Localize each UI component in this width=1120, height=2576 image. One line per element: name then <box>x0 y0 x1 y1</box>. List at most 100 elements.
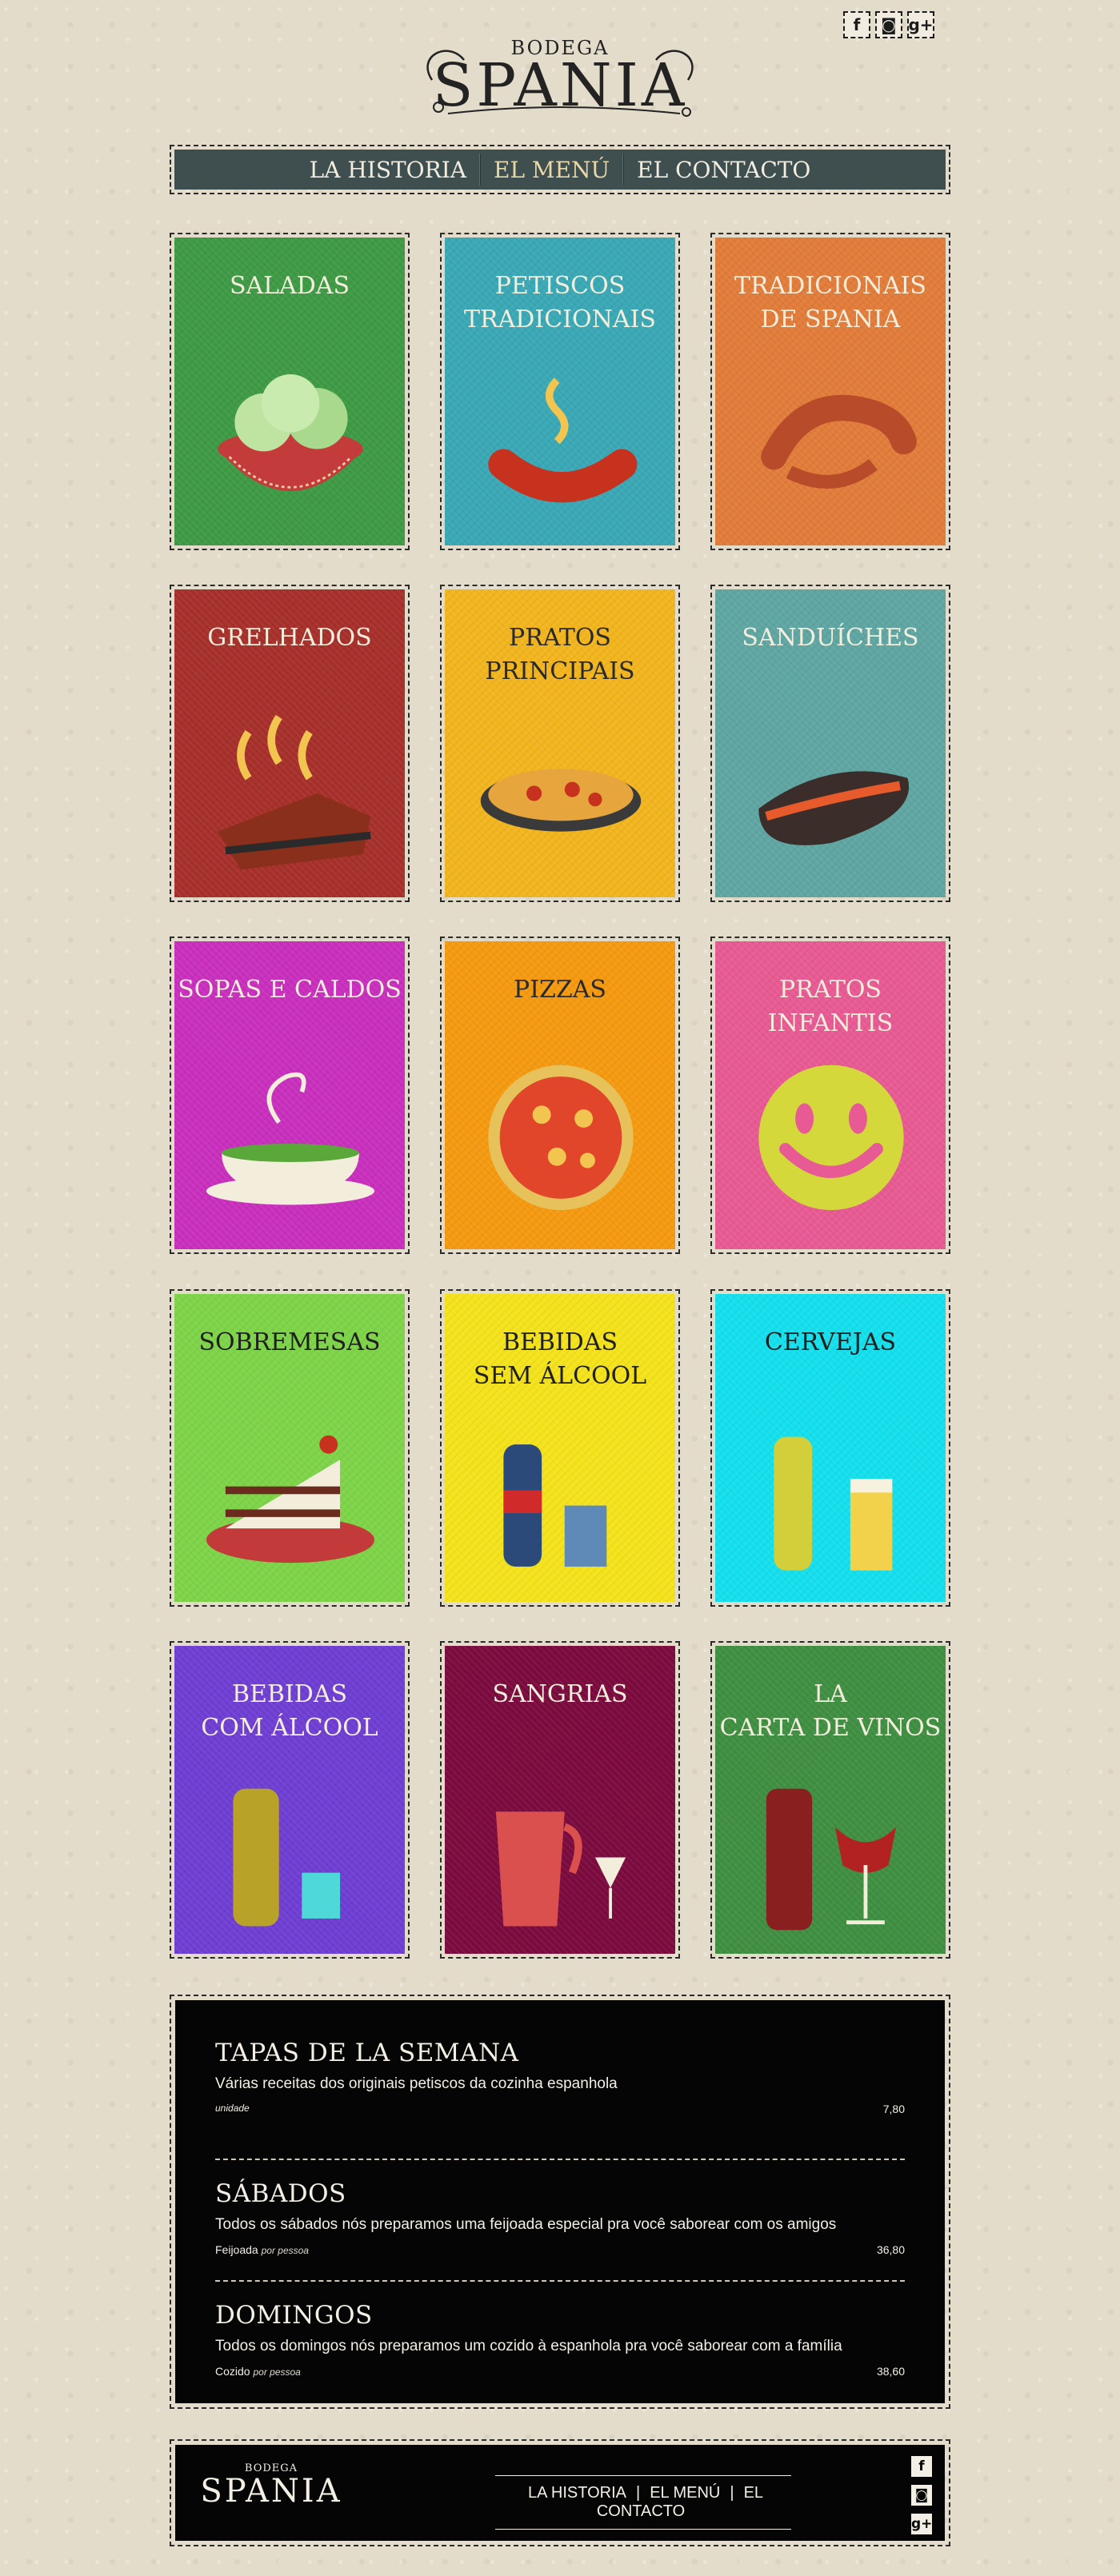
footer-nav-historia[interactable]: LA HISTORIA <box>523 2484 631 2502</box>
menu-card-face: TRADICIONAIS DE SPANIA <box>715 238 946 545</box>
special-price-row: unidade 7,80 <box>215 2103 905 2115</box>
menu-card-face: PETISCOS TRADICIONAIS <box>445 238 675 545</box>
menu-card-face: PRATOS PRINCIPAIS <box>445 589 675 897</box>
menu-card[interactable]: PETISCOS TRADICIONAIS <box>440 233 680 550</box>
special-item: DOMINGOS Todos os domingos nós preparamo… <box>215 2282 905 2403</box>
nav-item-contacto[interactable]: EL CONTACTO <box>624 157 823 183</box>
menu-card[interactable]: PRATOS PRINCIPAIS <box>440 585 680 902</box>
nav-item-historia[interactable]: LA HISTORIA <box>297 157 479 183</box>
special-item: SÁBADOS Todos os sábados nós preparamos … <box>215 2160 905 2282</box>
menu-card[interactable]: PIZZAS <box>440 937 680 1254</box>
paella-icon <box>480 769 642 832</box>
special-label: Feijoada por pessoa <box>215 2243 309 2256</box>
sangria-pitcher-icon <box>495 1811 626 1927</box>
menu-card-face: SANGRIAS <box>445 1646 675 1954</box>
menu-card-title: PIZZAS <box>514 976 606 1004</box>
special-price-row: Feijoada por pessoa 36,80 <box>215 2243 905 2256</box>
footer-logo[interactable]: BODEGA SPANIA <box>199 2462 343 2526</box>
menu-card-face: CERVEJAS <box>715 1294 946 1602</box>
facebook-icon[interactable]: f <box>911 2456 932 2477</box>
special-item-name: Feijoada <box>215 2243 258 2256</box>
liquor-bottle-icon <box>233 1788 341 1927</box>
menu-card[interactable]: SOBREMESAS <box>170 1289 410 1607</box>
menu-card-title: CERVEJAS <box>764 1328 897 1356</box>
google-plus-icon[interactable]: g+ <box>907 11 934 38</box>
instagram-icon[interactable]: ◙ <box>875 11 902 38</box>
nav-item-menu[interactable]: EL MENÚ <box>481 157 622 183</box>
site-logo[interactable]: BODEGA SPANIA <box>416 24 704 122</box>
google-plus-icon[interactable]: g+ <box>911 2514 932 2534</box>
instagram-icon[interactable]: ◙ <box>911 2485 932 2506</box>
menu-card-face: PIZZAS <box>445 941 675 1249</box>
special-item-name: Cozido <box>215 2365 250 2378</box>
menu-card-title: SOBREMESAS <box>198 1328 381 1356</box>
beer-icon <box>774 1436 893 1571</box>
special-unit: unidade <box>215 2103 250 2114</box>
menu-card-face: SOPAS E CALDOS <box>174 941 405 1249</box>
special-price: 38,60 <box>876 2365 905 2378</box>
special-title: DOMINGOS <box>215 2301 373 2330</box>
menu-card[interactable]: SANDUÍCHES <box>710 585 950 902</box>
menu-card[interactable]: BEBIDAS SEM ÁLCOOL <box>440 1289 680 1607</box>
steak-icon <box>218 714 371 870</box>
specials-panel: TAPAS DE LA SEMANA Várias receitas dos o… <box>175 2000 945 2403</box>
menu-card[interactable]: SANGRIAS <box>440 1641 680 1959</box>
menu-card-face: SALADAS <box>174 238 405 545</box>
menu-card[interactable]: BEBIDAS COM ÁLCOOL <box>170 1641 410 1959</box>
special-item: TAPAS DE LA SEMANA Várias receitas dos o… <box>215 2039 905 2160</box>
menu-card-face: SOBREMESAS <box>174 1294 405 1602</box>
menu-card-title: BEBIDAS COM ÁLCOOL <box>201 1680 378 1742</box>
special-description: Várias receitas dos originais petiscos d… <box>215 2075 618 2092</box>
footer-social: f ◙ g+ <box>911 2456 932 2534</box>
logo-big-text: SPANIA <box>432 51 688 120</box>
pizza-icon <box>488 1064 634 1211</box>
sandwich-icon <box>758 771 910 845</box>
menu-card-face: BEBIDAS COM ÁLCOOL <box>174 1646 405 1954</box>
special-title: SÁBADOS <box>215 2179 346 2208</box>
menu-card[interactable]: SOPAS E CALDOS <box>170 937 410 1254</box>
menu-card[interactable]: CERVEJAS <box>710 1289 950 1607</box>
footer-nav-menu[interactable]: EL MENÚ <box>645 2484 725 2502</box>
menu-card-face: PRATOS INFANTIS <box>715 941 946 1249</box>
menu-card-title: GRELHADOS <box>207 624 372 652</box>
special-title: TAPAS DE LA SEMANA <box>215 2039 519 2067</box>
footer-logo-big: SPANIA <box>200 2473 342 2510</box>
shrimp-icon <box>761 394 917 489</box>
special-description: Todos os domingos nós preparamos um cozi… <box>215 2338 842 2354</box>
footer-nav: LA HISTORIA | EL MENÚ | EL CONTACTO <box>495 2475 791 2530</box>
weekly-specials: TAPAS DE LA SEMANA Várias receitas dos o… <box>170 1995 950 2409</box>
menu-card-face: BEBIDAS SEM ÁLCOOL <box>445 1294 675 1602</box>
special-label: Cozido por pessoa <box>215 2365 301 2378</box>
special-unit: por pessoa <box>261 2245 309 2256</box>
menu-card-face: LA CARTA DE VINOS <box>715 1646 946 1954</box>
menu-card[interactable]: PRATOS INFANTIS <box>710 937 950 1254</box>
special-price: 36,80 <box>876 2243 905 2256</box>
site-footer: BODEGA SPANIA LA HISTORIA | EL MENÚ | EL CON… <box>170 2439 950 2546</box>
special-price: 7,80 <box>882 2103 905 2115</box>
menu-card-title: SALADAS <box>229 272 350 300</box>
facebook-icon[interactable]: f <box>843 11 870 38</box>
social-links: f ◙ g+ <box>843 11 934 38</box>
cake-icon <box>206 1435 374 1564</box>
main-nav: LA HISTORIA EL MENÚ EL CONTACTO <box>170 145 950 194</box>
menu-card-title: BEBIDAS SEM ÁLCOOL <box>473 1328 647 1390</box>
menu-card[interactable]: SALADAS <box>170 233 410 550</box>
menu-card[interactable]: TRADICIONAIS DE SPANIA <box>710 233 950 550</box>
menu-card-title: SANDUÍCHES <box>742 624 919 652</box>
menu-card-title: PETISCOS TRADICIONAIS <box>464 272 656 333</box>
soda-icon <box>503 1444 607 1567</box>
special-price-row: Cozido por pessoa 38,60 <box>215 2365 905 2378</box>
footer-panel: BODEGA SPANIA LA HISTORIA | EL MENÚ | EL CON… <box>175 2445 945 2541</box>
special-description: Todos os sábados nós preparamos uma feij… <box>215 2216 837 2233</box>
menu-card-title: SANGRIAS <box>492 1680 628 1708</box>
menu-card-title: SOPAS E CALDOS <box>178 976 402 1004</box>
sausage-icon <box>488 377 638 503</box>
nav-bar: LA HISTORIA EL MENÚ EL CONTACTO <box>174 150 946 190</box>
soup-icon <box>206 1072 374 1205</box>
wine-icon <box>766 1788 897 1931</box>
smiley-icon <box>758 1064 904 1211</box>
menu-card[interactable]: LA CARTA DE VINOS <box>710 1641 950 1959</box>
menu-card-title: LA CARTA DE VINOS <box>719 1680 942 1742</box>
footer-nav-separator: | <box>730 2484 734 2502</box>
menu-card[interactable]: GRELHADOS <box>170 585 410 902</box>
